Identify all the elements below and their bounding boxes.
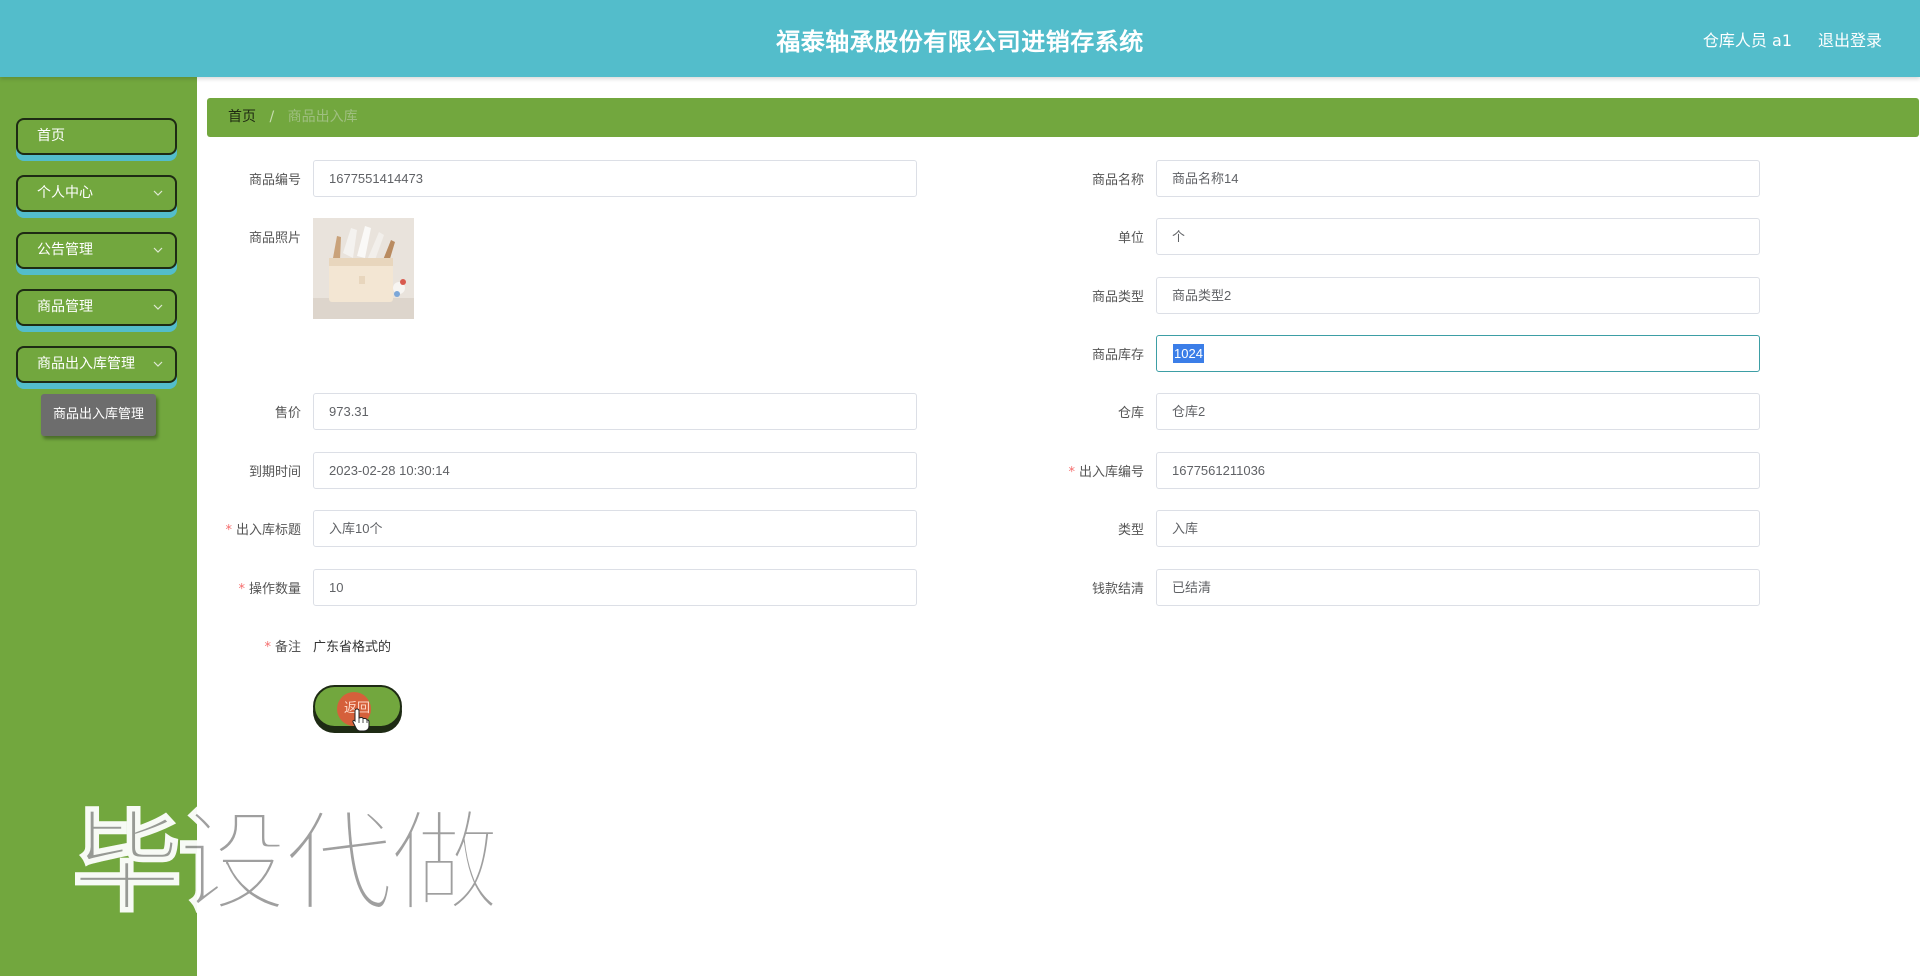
sidebar-item-products[interactable]: 商品管理 <box>16 289 177 326</box>
app-title: 福泰轴承股份有限公司进销存系统 <box>776 28 1144 56</box>
product-photo <box>313 218 414 319</box>
watermark: 毕设代做 <box>71 799 501 927</box>
breadcrumb-separator: / <box>269 109 275 125</box>
stock-field[interactable]: 1024 <box>1156 335 1760 372</box>
type-label: 类型 <box>1117 523 1144 538</box>
payment-field[interactable]: 已结清 <box>1156 569 1760 606</box>
product-type-label: 商品类型 <box>1091 290 1144 305</box>
sidebar-item-label: 商品出入库管理 <box>37 356 135 372</box>
quantity-label: * 操作数量 <box>238 582 301 597</box>
price-field[interactable]: 973.31 <box>313 393 917 430</box>
breadcrumb: 首页 / 商品出入库 <box>207 98 1919 137</box>
sidebar-item-label: 首页 <box>37 128 65 144</box>
expiry-field[interactable]: 2023-02-28 10:30:14 <box>313 452 917 489</box>
chevron-down-icon <box>153 348 163 395</box>
price-label: 售价 <box>274 406 301 421</box>
remark-value: 广东省格式的 <box>313 640 392 655</box>
product-code-field[interactable]: 1677551414473 <box>313 160 917 197</box>
payment-label: 钱款结清 <box>1091 582 1144 597</box>
logout-link[interactable]: 退出登录 <box>1818 27 1882 51</box>
remark-label: * 备注 <box>264 640 301 655</box>
stock-value-selected: 1024 <box>1173 344 1204 363</box>
stock-label: 商品库存 <box>1091 348 1144 363</box>
warehouse-field[interactable]: 仓库2 <box>1156 393 1760 430</box>
sidebar-item-home[interactable]: 首页 <box>16 118 177 155</box>
breadcrumb-home[interactable]: 首页 <box>228 109 256 125</box>
chevron-down-icon <box>153 291 163 338</box>
current-user: 仓库人员 a1 <box>1702 31 1792 50</box>
quantity-field[interactable]: 10 <box>313 569 917 606</box>
sidebar-item-inventory-io[interactable]: 商品出入库管理 <box>16 346 177 383</box>
type-field[interactable]: 入库 <box>1156 510 1760 547</box>
sidebar-item-label: 商品管理 <box>37 299 93 315</box>
io-title-field[interactable]: 入库10个 <box>313 510 917 547</box>
expiry-label: 到期时间 <box>248 465 301 480</box>
product-photo-label: 商品照片 <box>248 231 301 246</box>
product-type-field[interactable]: 商品类型2 <box>1156 277 1760 314</box>
top-header: 福泰轴承股份有限公司进销存系统 仓库人员 a1 退出登录 <box>0 0 1920 77</box>
product-name-label: 商品名称 <box>1091 173 1144 188</box>
product-name-field[interactable]: 商品名称14 <box>1156 160 1760 197</box>
breadcrumb-current: 商品出入库 <box>287 109 358 125</box>
hand-cursor-icon <box>352 708 370 736</box>
unit-label: 单位 <box>1117 231 1144 246</box>
io-code-field[interactable]: 1677561211036 <box>1156 452 1760 489</box>
io-title-label: * 出入库标题 <box>225 523 301 538</box>
warehouse-label: 仓库 <box>1117 406 1144 421</box>
io-code-label: * 出入库编号 <box>1068 465 1144 480</box>
product-code-label: 商品编号 <box>248 173 301 188</box>
unit-field[interactable]: 个 <box>1156 218 1760 255</box>
